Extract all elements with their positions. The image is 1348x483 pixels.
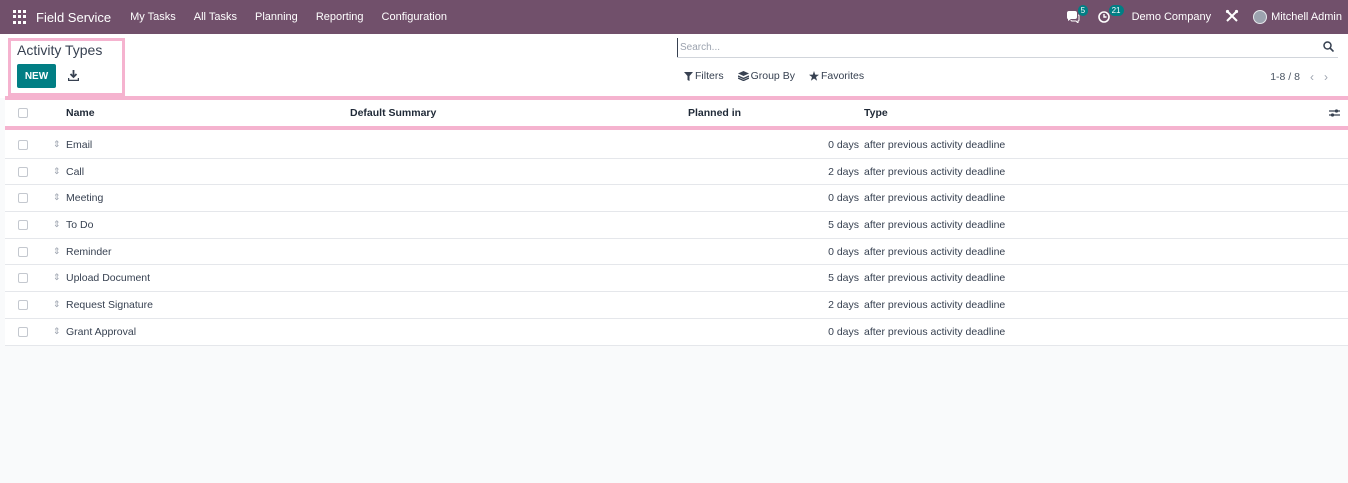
- favorites-button[interactable]: Favorites: [808, 70, 865, 82]
- table-row[interactable]: ⇕ Upload Document 5 days after previous …: [5, 265, 1348, 293]
- table-row[interactable]: ⇕ Grant Approval 0 days after previous a…: [5, 318, 1348, 346]
- activities-button[interactable]: 21: [1097, 5, 1124, 23]
- drag-handle-icon[interactable]: ⇕: [53, 219, 61, 230]
- cell-type: after previous activity deadline: [864, 325, 1006, 338]
- cell-type: after previous activity deadline: [864, 192, 1006, 205]
- cell-planned-in: 2 days: [828, 165, 859, 178]
- list-view: Name Default Summary Planned in Type ⇕ E…: [5, 100, 1348, 346]
- cell-planned-in: 0 days: [828, 325, 859, 338]
- row-checkbox[interactable]: [18, 273, 28, 284]
- search-input[interactable]: [677, 38, 1317, 57]
- cell-type: after previous activity deadline: [864, 299, 1006, 312]
- activities-badge: 21: [1108, 5, 1124, 16]
- cell-planned-in: 0 days: [828, 192, 859, 205]
- menu-item-all-tasks[interactable]: All Tasks: [194, 11, 237, 23]
- pager: 1-8 / 8 ‹ ›: [1270, 70, 1328, 84]
- menu-item-planning[interactable]: Planning: [255, 11, 298, 23]
- select-all-checkbox[interactable]: [18, 108, 28, 118]
- cell-planned-in: 0 days: [828, 139, 859, 151]
- table-body: ⇕ Email 0 days after previous activity d…: [5, 132, 1348, 346]
- favorites-label: Favorites: [820, 70, 865, 82]
- app-name[interactable]: Field Service: [36, 10, 111, 25]
- cell-type: after previous activity deadline: [864, 245, 1006, 258]
- drag-handle-icon[interactable]: ⇕: [53, 166, 61, 177]
- cell-type: after previous activity deadline: [864, 272, 1006, 285]
- column-name[interactable]: Name: [66, 107, 95, 119]
- menu-item-my-tasks[interactable]: My Tasks: [130, 11, 176, 23]
- row-checkbox[interactable]: [18, 220, 28, 231]
- user-menu[interactable]: Mitchell Admin: [1271, 11, 1342, 23]
- search-icon[interactable]: [1323, 41, 1335, 55]
- drag-handle-icon[interactable]: ⇕: [53, 326, 61, 337]
- filters-button[interactable]: Filters: [684, 70, 724, 82]
- cell-name: Grant Approval: [66, 325, 137, 338]
- table-row[interactable]: ⇕ Meeting 0 days after previous activity…: [5, 185, 1348, 213]
- highlight-line-bottom: [5, 126, 1348, 130]
- pager-value[interactable]: 1-8 / 8: [1270, 71, 1300, 83]
- search-options: Filters Group By Favorites: [684, 70, 878, 82]
- search-bar: [677, 38, 1338, 58]
- download-icon[interactable]: [66, 68, 80, 82]
- row-checkbox[interactable]: [18, 193, 28, 204]
- cell-name: Call: [66, 165, 85, 178]
- row-checkbox[interactable]: [18, 246, 28, 257]
- drag-handle-icon[interactable]: ⇕: [53, 192, 61, 203]
- table-row[interactable]: ⇕ Reminder 0 days after previous activit…: [5, 238, 1348, 266]
- company-switcher[interactable]: Demo Company: [1132, 11, 1211, 23]
- user-avatar[interactable]: [1253, 10, 1268, 24]
- cell-planned-in: 5 days: [828, 272, 859, 285]
- clock-icon: [1097, 11, 1110, 23]
- layers-icon: [737, 71, 749, 81]
- filter-icon: [684, 71, 693, 81]
- drag-handle-icon[interactable]: ⇕: [53, 299, 61, 310]
- menu-item-configuration[interactable]: Configuration: [382, 11, 447, 23]
- main-menu: My Tasks All Tasks Planning Reporting Co…: [121, 11, 456, 23]
- cell-planned-in: 0 days: [828, 245, 859, 258]
- chevron-left-icon[interactable]: ‹: [1310, 70, 1314, 84]
- cell-planned-in: 5 days: [828, 219, 859, 232]
- cell-name: To Do: [66, 219, 94, 232]
- cell-name: Upload Document: [66, 272, 151, 285]
- highlight-line-top: [5, 96, 1348, 100]
- cell-type: after previous activity deadline: [864, 165, 1006, 178]
- messages-button[interactable]: 5: [1066, 5, 1089, 23]
- chevron-right-icon[interactable]: ›: [1324, 70, 1328, 84]
- table-row[interactable]: ⇕ To Do 5 days after previous activity d…: [5, 212, 1348, 239]
- cell-name: Email: [66, 139, 93, 151]
- column-planned-in[interactable]: Planned in: [688, 107, 741, 119]
- apps-grid-icon[interactable]: [13, 10, 27, 24]
- column-type[interactable]: Type: [864, 107, 888, 119]
- column-settings-icon[interactable]: [1329, 108, 1340, 121]
- page-title: Activity Types: [17, 42, 103, 58]
- cell-name: Request Signature: [66, 299, 153, 312]
- drag-handle-icon[interactable]: ⇕: [53, 246, 61, 257]
- menu-item-reporting[interactable]: Reporting: [316, 11, 364, 23]
- row-checkbox[interactable]: [18, 300, 28, 311]
- drag-handle-icon[interactable]: ⇕: [53, 139, 61, 150]
- messages-badge: 5: [1077, 5, 1089, 16]
- new-button[interactable]: NEW: [17, 64, 56, 88]
- drag-handle-icon[interactable]: ⇕: [53, 272, 61, 283]
- cell-name: Reminder: [66, 245, 112, 258]
- navbar-systray: 5 21 Demo Company Mitchell Admin: [1066, 0, 1342, 34]
- cell-name: Meeting: [66, 192, 104, 205]
- row-checkbox[interactable]: [18, 326, 28, 337]
- cell-planned-in: 2 days: [828, 299, 859, 312]
- table-header: Name Default Summary Planned in Type: [5, 100, 1348, 127]
- group-by-label: Group By: [750, 70, 795, 82]
- row-checkbox[interactable]: [18, 140, 28, 150]
- row-checkbox[interactable]: [18, 166, 28, 177]
- tools-icon[interactable]: [1225, 9, 1239, 26]
- cell-type: after previous activity deadline: [864, 219, 1006, 232]
- table-row[interactable]: ⇕ Request Signature 2 days after previou…: [5, 292, 1348, 319]
- group-by-button[interactable]: Group By: [737, 70, 795, 82]
- filters-label: Filters: [695, 70, 724, 82]
- cell-type: after previous activity deadline: [864, 139, 1006, 151]
- top-navbar: Field Service My Tasks All Tasks Plannin…: [0, 0, 1348, 34]
- star-icon: [808, 71, 819, 81]
- column-default-summary[interactable]: Default Summary: [350, 107, 436, 119]
- table-row[interactable]: ⇕ Call 2 days after previous activity de…: [5, 158, 1348, 186]
- table-row[interactable]: ⇕ Email 0 days after previous activity d…: [5, 132, 1348, 159]
